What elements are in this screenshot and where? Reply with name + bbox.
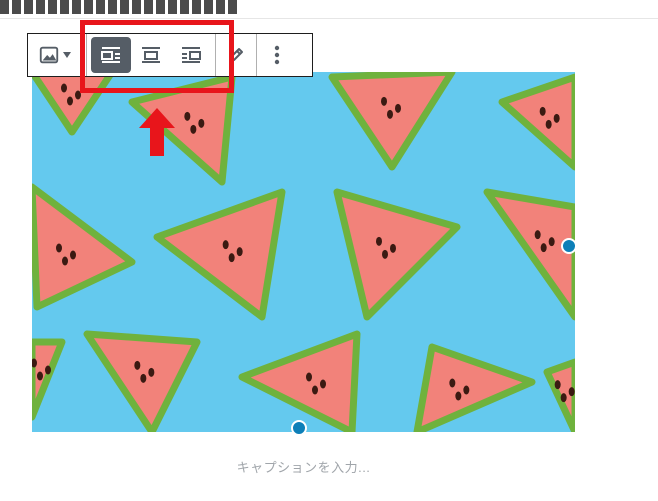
watermelon-seed (67, 96, 73, 106)
alignment-highlight-box (80, 20, 234, 93)
resize-handle-right[interactable] (561, 238, 577, 254)
watermelon-seed (184, 111, 191, 121)
watermelon-seed (190, 124, 197, 134)
watermelon-seed (554, 380, 561, 390)
watermelon-seed (37, 371, 43, 381)
watermelon-seed (134, 360, 141, 370)
watermelon-seed (381, 96, 387, 106)
more-vertical-icon (274, 45, 280, 65)
watermelon-seed (306, 372, 312, 382)
caption-input[interactable]: キャプションを入力... (32, 457, 575, 476)
watermelon-seed (455, 391, 462, 401)
image-block[interactable] (32, 72, 575, 432)
previous-block-text (0, 0, 658, 18)
chevron-down-icon (63, 52, 71, 58)
image-icon (38, 44, 60, 66)
watermelon-seed (539, 106, 546, 116)
watermelon-seed (236, 247, 243, 257)
watermelon-seed (70, 250, 76, 260)
watermelon-seed (148, 367, 155, 377)
arrow-up-icon (137, 106, 177, 163)
watermelon-seed (62, 256, 68, 266)
watermelon-seed (61, 83, 67, 93)
divider (0, 18, 658, 19)
watermelon-seed (548, 237, 555, 247)
watermelon-seed (534, 230, 541, 240)
watermelon-seed (387, 109, 393, 119)
watermelon-seed (140, 373, 147, 383)
watermelon-seed (390, 243, 396, 253)
watermelon-seed (540, 243, 547, 253)
watermelon-seed (463, 385, 470, 395)
resize-handle-bottom[interactable] (291, 420, 307, 436)
watermelon-seed (560, 393, 567, 403)
watermelon-seed (376, 236, 382, 246)
watermelon-seed (553, 113, 560, 123)
watermelon-seed (56, 243, 62, 253)
watermelon-seed (222, 240, 229, 250)
watermelon-seed (320, 379, 326, 389)
watermelon-seed (395, 103, 401, 113)
more-options-button[interactable] (257, 37, 297, 73)
watermelon-seed (568, 387, 575, 397)
watermelon-seed (228, 253, 235, 263)
watermelon-seed (198, 118, 205, 128)
watermelon-seed (312, 385, 318, 395)
watermelon-seed (449, 378, 456, 388)
watermelon-seed (382, 249, 388, 259)
change-block-type-button[interactable] (28, 37, 86, 73)
watermelon-seed (545, 119, 552, 129)
watermelon-seed (45, 365, 51, 375)
watermelon-photo (32, 72, 575, 432)
